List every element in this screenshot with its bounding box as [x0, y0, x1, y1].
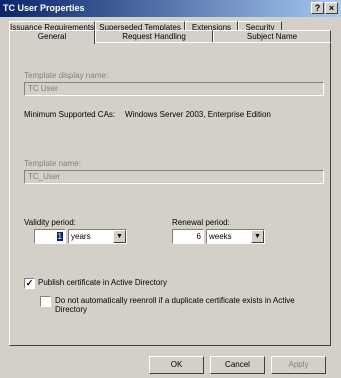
close-button[interactable]: × — [325, 2, 338, 14]
validity-unit-select[interactable]: years ▼ — [68, 229, 127, 244]
title-bar[interactable]: TC User Properties ? × — [0, 0, 341, 17]
renewal-period-label: Renewal period: — [172, 218, 230, 227]
renewal-period-input[interactable]: 6 — [172, 229, 204, 244]
publish-checkbox-label: Publish certificate in Active Directory — [38, 278, 167, 287]
reenroll-checkbox-label-line2: Directory — [55, 305, 88, 314]
template-name-label: Template name: — [24, 159, 81, 168]
chevron-down-icon[interactable]: ▼ — [113, 230, 126, 243]
chevron-down-icon[interactable]: ▼ — [251, 230, 264, 243]
validity-period-input[interactable]: 1 — [34, 229, 66, 244]
validity-unit-value: years — [71, 232, 91, 241]
display-name-label: Template display name: — [24, 71, 109, 80]
validity-period-value: 1 — [56, 232, 63, 241]
apply-button[interactable]: Apply — [271, 356, 326, 374]
reenroll-checkbox[interactable] — [40, 296, 51, 307]
template-name-field: TC_User — [24, 170, 324, 184]
tab-general[interactable]: General — [9, 30, 95, 44]
renewal-unit-select[interactable]: weeks ▼ — [206, 229, 265, 244]
publish-checkbox[interactable]: ✓ — [24, 278, 35, 289]
min-ca-value: Windows Server 2003, Enterprise Edition — [125, 110, 271, 119]
min-ca-label: Minimum Supported CAs: — [24, 110, 116, 119]
cancel-button[interactable]: Cancel — [210, 356, 265, 374]
reenroll-checkbox-label-line1: Do not automatically reenroll if a dupli… — [55, 296, 295, 305]
renewal-unit-value: weeks — [209, 232, 232, 241]
validity-period-label: Validity period: — [24, 218, 76, 227]
display-name-field: TC User — [24, 82, 324, 96]
ok-button[interactable]: OK — [149, 356, 204, 374]
properties-dialog: TC User Properties ? × Issuance Requirem… — [0, 0, 341, 378]
window-title: TC User Properties — [3, 3, 85, 13]
help-button[interactable]: ? — [311, 2, 324, 14]
